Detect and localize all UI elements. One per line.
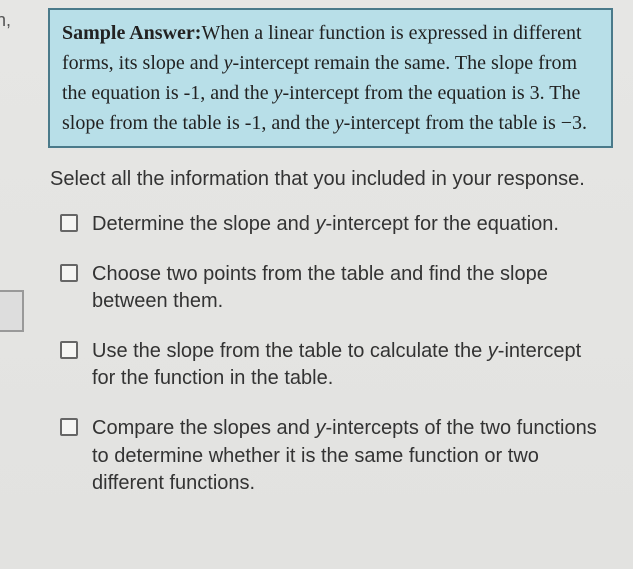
checkbox-option-1[interactable] [60,214,78,232]
checkbox-option-3[interactable] [60,341,78,359]
sample-answer-text-3: y [274,82,283,104]
option-text-3: Use the slope from the table to calculat… [92,338,603,393]
option-text-4: Compare the slopes and y-intercepts of t… [92,415,603,498]
opt4-p1: y [315,417,325,439]
opt3-p0: Use the slope from the table to calculat… [92,340,488,362]
opt2-p0: Choose two points from the table and fin… [92,263,548,313]
option-row: Use the slope from the table to calculat… [60,338,613,393]
option-text-2: Choose two points from the table and fin… [92,261,603,316]
instruction-prompt: Select all the information that you incl… [50,166,607,193]
option-row: Choose two points from the table and fin… [60,261,613,316]
option-text-1: Determine the slope and y-intercept for … [92,211,603,239]
option-row: Determine the slope and y-intercept for … [60,211,613,239]
checkbox-option-4[interactable] [60,418,78,436]
page-content: Sample Answer:When a linear function is … [0,0,633,569]
sample-answer-box: Sample Answer:When a linear function is … [48,8,613,148]
opt4-p0: Compare the slopes and [92,417,315,439]
sample-answer-label: Sample Answer: [62,22,201,44]
sample-answer-text-5: y [335,112,344,134]
sample-answer-text-6: -intercept from the table is −3. [344,112,587,134]
opt1-p0: Determine the slope and [92,213,315,235]
sample-answer-text-1: y [224,52,233,74]
opt3-p1: y [488,340,498,362]
option-row: Compare the slopes and y-intercepts of t… [60,415,613,498]
options-list: Determine the slope and y-intercept for … [48,211,613,498]
cutoff-label: on, [0,10,11,31]
sidebar-partial-box [0,290,24,332]
checkbox-option-2[interactable] [60,264,78,282]
opt1-p2: -intercept for the equation. [325,213,558,235]
opt1-p1: y [315,213,325,235]
